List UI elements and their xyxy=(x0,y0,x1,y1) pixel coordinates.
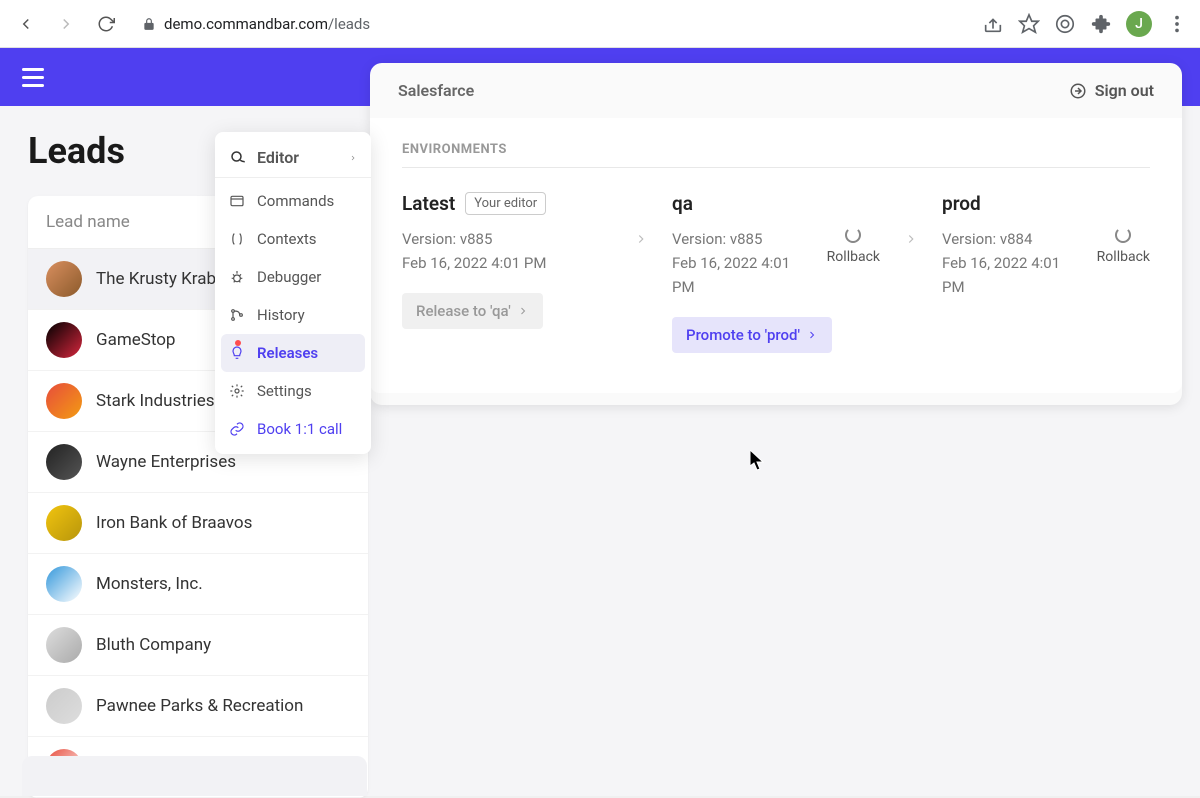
environments-section-label: ENVIRONMENTS xyxy=(402,142,1150,168)
env-prod-date: Feb 16, 2022 4:01 PM xyxy=(942,251,1079,299)
lead-name: GameStop xyxy=(96,330,175,350)
menu-item-label: Book 1:1 call xyxy=(257,420,342,438)
editor-menu-title: Editor xyxy=(257,148,299,167)
lead-logo xyxy=(46,566,82,602)
lead-name: Iron Bank of Braavos xyxy=(96,513,252,533)
release-to-qa-button[interactable]: Release to 'qa' xyxy=(402,293,543,329)
menu-item-label: History xyxy=(257,306,305,324)
env-latest-version: Version: v885 xyxy=(402,227,610,251)
extensions-icon[interactable] xyxy=(1090,13,1112,35)
rollback-prod-button[interactable]: Rollback xyxy=(1097,227,1150,265)
env-arrow xyxy=(904,192,918,246)
settings-icon xyxy=(229,383,245,399)
sign-out-icon xyxy=(1069,82,1087,100)
back-button[interactable] xyxy=(12,10,40,38)
forward-button[interactable] xyxy=(52,10,80,38)
lead-logo xyxy=(46,688,82,724)
menu-item-commands[interactable]: Commands xyxy=(215,182,371,220)
env-latest: Latest Your editor Version: v885 Feb 16,… xyxy=(402,192,610,329)
releases-icon xyxy=(229,345,245,361)
menu-item-debugger[interactable]: Debugger xyxy=(215,258,371,296)
env-qa: qa Version: v885 Feb 16, 2022 4:01 PM Ro… xyxy=(672,192,880,353)
history-icon xyxy=(229,307,245,323)
lead-name: Wayne Enterprises xyxy=(96,452,236,472)
rollback-icon xyxy=(1115,227,1131,243)
sign-out-label: Sign out xyxy=(1095,81,1154,100)
secondary-card xyxy=(22,756,367,796)
notification-dot xyxy=(235,340,241,346)
lead-row[interactable]: Monsters, Inc. xyxy=(28,554,368,615)
release-to-qa-label: Release to 'qa' xyxy=(416,302,511,320)
releases-panel: Salesfarce Sign out ENVIRONMENTS Latest … xyxy=(370,63,1182,405)
profile-avatar[interactable]: J xyxy=(1126,11,1152,37)
env-latest-title: Latest xyxy=(402,192,455,215)
lead-logo xyxy=(46,383,82,419)
menu-item-releases[interactable]: Releases xyxy=(221,334,365,372)
lead-row[interactable]: Bluth Company xyxy=(28,615,368,676)
menu-item-settings[interactable]: Settings xyxy=(215,372,371,410)
lead-row[interactable]: Pawnee Parks & Recreation xyxy=(28,676,368,737)
commands-icon xyxy=(229,193,245,209)
lead-name: Stark Industries xyxy=(96,391,215,411)
password-manager-icon[interactable] xyxy=(1054,13,1076,35)
bookmark-icon[interactable] xyxy=(1018,13,1040,35)
browser-toolbar: demo.commandbar.com/leads J xyxy=(0,0,1200,48)
debugger-icon xyxy=(229,269,245,285)
lead-logo xyxy=(46,444,82,480)
promote-to-prod-button[interactable]: Promote to 'prod' xyxy=(672,317,832,353)
env-qa-date: Feb 16, 2022 4:01 PM xyxy=(672,251,809,299)
share-icon[interactable] xyxy=(982,13,1004,35)
menu-item-label: Contexts xyxy=(257,230,317,248)
menu-item-label: Releases xyxy=(257,344,318,362)
menu-item-label: Settings xyxy=(257,382,312,400)
env-latest-date: Feb 16, 2022 4:01 PM xyxy=(402,251,610,275)
lead-logo xyxy=(46,627,82,663)
chevron-right-icon xyxy=(806,329,818,341)
menu-item-contexts[interactable]: Contexts xyxy=(215,220,371,258)
menu-item-label: Debugger xyxy=(257,268,321,286)
url-path: /leads xyxy=(328,15,370,33)
lead-logo xyxy=(46,261,82,297)
menu-item-history[interactable]: History xyxy=(215,296,371,334)
url-host: demo.commandbar.com xyxy=(164,15,328,33)
env-prod-title: prod xyxy=(942,192,981,215)
lead-name: Pawnee Parks & Recreation xyxy=(96,696,303,716)
rollback-qa-label: Rollback xyxy=(827,249,880,265)
menu-item-label: Commands xyxy=(257,192,334,210)
sign-out-button[interactable]: Sign out xyxy=(1069,81,1154,100)
reload-button[interactable] xyxy=(92,10,120,38)
menu-toggle[interactable] xyxy=(22,68,44,86)
env-arrow xyxy=(634,192,648,246)
rollback-icon xyxy=(845,227,861,243)
chevron-right-icon xyxy=(517,305,529,317)
chevron-right-icon xyxy=(349,154,357,162)
menu-item-book-1-1-call[interactable]: Book 1:1 call xyxy=(215,410,371,448)
rollback-qa-button[interactable]: Rollback xyxy=(827,227,880,265)
editor-menu-header[interactable]: Editor xyxy=(215,138,371,178)
commandbar-logo-icon xyxy=(229,149,247,167)
lock-icon xyxy=(142,17,156,31)
address-bar[interactable]: demo.commandbar.com/leads xyxy=(132,15,970,33)
lead-logo xyxy=(46,505,82,541)
lead-name: The Krusty Krab xyxy=(96,269,216,289)
editor-menu: Editor Commands Contexts Debugger History Re… xyxy=(215,132,371,454)
book-1-1-call-icon xyxy=(229,421,245,437)
env-qa-version: Version: v885 xyxy=(672,227,809,251)
rollback-prod-label: Rollback xyxy=(1097,249,1150,265)
env-prod-version: Version: v884 xyxy=(942,227,1079,251)
env-prod: prod Version: v884 Feb 16, 2022 4:01 PM … xyxy=(942,192,1150,299)
promote-to-prod-label: Promote to 'prod' xyxy=(686,326,800,344)
panel-header: Salesfarce Sign out xyxy=(370,63,1182,118)
lead-name: Bluth Company xyxy=(96,635,211,655)
contexts-icon xyxy=(229,231,245,247)
lead-row[interactable]: Iron Bank of Braavos xyxy=(28,493,368,554)
lead-logo xyxy=(46,322,82,358)
lead-name: Monsters, Inc. xyxy=(96,574,203,594)
env-qa-title: qa xyxy=(672,192,693,215)
menu-icon[interactable] xyxy=(1166,13,1188,35)
env-latest-badge: Your editor xyxy=(465,192,546,215)
org-name: Salesfarce xyxy=(398,81,474,100)
